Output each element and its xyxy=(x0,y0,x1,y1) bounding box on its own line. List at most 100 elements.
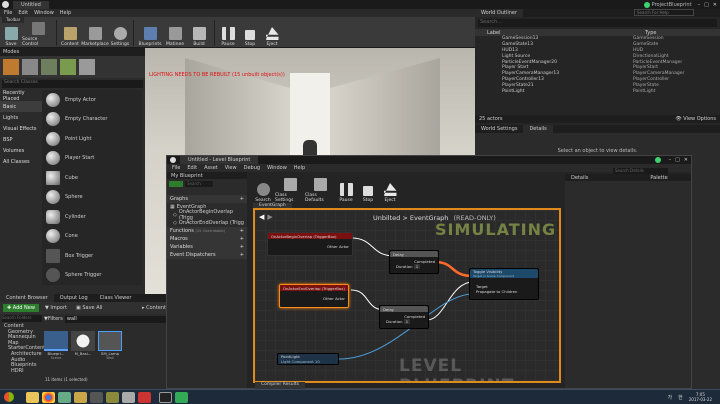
place-item-player-start[interactable]: Player Start xyxy=(42,149,142,169)
outliner-view-options[interactable]: 👁 View Options xyxy=(675,116,716,122)
toolbar-matinee-button[interactable]: Matinee xyxy=(164,18,186,48)
close-button[interactable]: ✕ xyxy=(713,2,717,8)
macros-section[interactable]: Macros + xyxy=(167,235,247,243)
bp-add-new-button[interactable] xyxy=(169,180,183,187)
toolbar-marketplace-button[interactable]: Marketplace xyxy=(81,18,109,48)
path-content[interactable]: ▸ Content xyxy=(142,305,166,311)
bp-search-input[interactable]: Search xyxy=(185,180,213,187)
place-item-cone[interactable]: Cone xyxy=(42,227,142,247)
col-label[interactable]: Label xyxy=(487,30,645,36)
category-basic[interactable]: Basic xyxy=(0,101,42,112)
bp-window-tab[interactable]: Untitled - Level Blueprint xyxy=(180,156,259,164)
app2-icon[interactable] xyxy=(106,391,119,403)
toolbar-content-button[interactable]: Content xyxy=(59,18,81,48)
menu-file[interactable]: File xyxy=(4,10,12,16)
node-end-overlap[interactable]: OnActorEndOverlap (TriggerBox) Other Act… xyxy=(279,284,349,308)
unreal-engine-icon[interactable] xyxy=(159,391,172,403)
class-search-input[interactable]: Search Classes xyxy=(2,80,143,88)
explorer-icon[interactable] xyxy=(26,391,39,403)
event-item-begin-overlap[interactable]: ◇ OnActorBeginOverlap (Trigg xyxy=(167,209,247,221)
category-bsp[interactable]: BSP xyxy=(0,134,42,145)
node-begin-overlap[interactable]: OnActorBeginOverlap (TriggerBox) Other A… xyxy=(267,232,353,256)
app4-icon[interactable] xyxy=(138,391,151,403)
bp-menu-window[interactable]: Window xyxy=(267,165,287,171)
place-item-empty-character[interactable]: Empty Character xyxy=(42,110,142,130)
bp-menu-debug[interactable]: Debug xyxy=(244,165,260,171)
asset-tile[interactable]: SM_Lamp Wall xyxy=(98,331,122,360)
bp-close-button[interactable]: ✕ xyxy=(684,157,688,163)
bp-maximize-button[interactable]: □ xyxy=(675,157,680,163)
app-icon[interactable] xyxy=(90,391,103,403)
outliner-search-input[interactable]: Search... xyxy=(478,19,717,27)
minimize-button[interactable]: – xyxy=(698,2,701,8)
tab-content-browser[interactable]: Content Browser xyxy=(0,294,54,302)
variables-section[interactable]: Variables + xyxy=(167,243,247,251)
tab-world-settings[interactable]: World Settings xyxy=(475,126,523,132)
bp-class-defaults-button[interactable]: Class Defaults xyxy=(305,174,335,204)
clock[interactable]: 7:05 2017-03-22 xyxy=(689,392,712,402)
bp-menu-file[interactable]: File xyxy=(172,165,180,171)
place-item-empty-actor[interactable]: Empty Actor xyxy=(42,90,142,110)
place-item-point-light[interactable]: Point Light xyxy=(42,129,142,149)
toolbar-pause-button[interactable]: Pause xyxy=(217,18,239,48)
folder-search-input[interactable]: Search Folders xyxy=(2,315,42,322)
bp-menu-edit[interactable]: Edit xyxy=(187,165,197,171)
app5-icon[interactable] xyxy=(175,391,188,403)
place-item-sphere-trigger[interactable]: Sphere Trigger xyxy=(42,266,142,286)
place-item-box-trigger[interactable]: Box Trigger xyxy=(42,246,142,266)
col-type[interactable]: Type xyxy=(645,30,656,36)
category-recently-placed[interactable]: Recently Placed xyxy=(0,90,42,102)
menu-edit[interactable]: Edit xyxy=(18,10,28,16)
start-button-icon[interactable] xyxy=(4,392,14,402)
category-visual-effects[interactable]: Visual Effects xyxy=(0,123,42,134)
toolbar-settings-button[interactable]: Settings xyxy=(109,18,131,48)
add-new-button[interactable]: ✚ Add New xyxy=(3,304,39,312)
tree-hdri[interactable]: HDRI xyxy=(2,368,42,374)
category-volumes[interactable]: Volumes xyxy=(0,145,42,156)
tab-output-log[interactable]: Output Log xyxy=(54,295,94,301)
event-item-end-overlap[interactable]: ◇ OnActorEndOverlap (Trigg xyxy=(167,219,247,227)
tray-lang-indicator[interactable]: 한 xyxy=(678,394,683,401)
place-mode-icon[interactable] xyxy=(3,59,19,75)
bp-menu-view[interactable]: View xyxy=(225,165,237,171)
category-lights[interactable]: Lights xyxy=(0,112,42,123)
event-dispatchers-section[interactable]: Event Dispatchers + xyxy=(167,251,247,259)
import-button[interactable]: ▼ Import xyxy=(42,304,70,312)
maximize-button[interactable]: □ xyxy=(704,2,709,8)
chrome-icon[interactable] xyxy=(42,391,55,403)
toolbar-stop-button[interactable]: Stop xyxy=(239,18,261,48)
menu-window[interactable]: Window xyxy=(34,10,54,16)
bp-pause-button[interactable]: Pause xyxy=(335,174,357,204)
event-graph-canvas[interactable]: ◀ ▶ Unbilted > EventGraph (READ-ONLY) SI… xyxy=(253,208,561,383)
bp-eject-button[interactable]: Eject xyxy=(379,174,401,204)
bp-menu-help[interactable]: Help xyxy=(294,165,305,171)
bp-class-settings-button[interactable]: Class Settings xyxy=(275,174,305,204)
node-delay-1[interactable]: Delay Completed Duration 1 xyxy=(389,250,439,274)
tray-ime-indicator[interactable]: 가 xyxy=(668,394,673,401)
asset-search-input[interactable]: wall xyxy=(64,315,168,323)
place-item-cube[interactable]: Cube xyxy=(42,168,142,188)
save-all-button[interactable]: ▣ Save All xyxy=(73,304,105,312)
landscape-mode-icon[interactable] xyxy=(41,59,57,75)
asset-tile[interactable]: Bluepri... Scene xyxy=(44,331,68,360)
node-delay-2[interactable]: Delay Completed Duration 1 xyxy=(379,305,429,329)
outliner-row[interactable]: PointLight PointLight xyxy=(475,89,720,95)
foliage-mode-icon[interactable] xyxy=(60,59,76,75)
tab-details[interactable]: Details xyxy=(523,125,553,133)
toolbar-build-button[interactable]: Build xyxy=(186,18,212,48)
functions-section[interactable]: Functions (25 Overridable) + xyxy=(167,227,247,235)
my-blueprint-tab[interactable]: My Blueprint xyxy=(171,173,203,179)
place-item-sphere[interactable]: Sphere xyxy=(42,188,142,208)
compiler-results-tab[interactable]: Compiler Results xyxy=(255,382,305,389)
node-pointlight[interactable]: PointLight Light Component 10 xyxy=(277,353,339,365)
filters-button[interactable]: ▼Filters xyxy=(44,316,63,322)
modes-tab[interactable]: Modes xyxy=(0,48,145,56)
menu-help[interactable]: Help xyxy=(60,10,71,16)
bp-search-button[interactable]: Search xyxy=(251,174,275,204)
node-toggle-visibility[interactable]: Toggle Visibility Target is Scene Compon… xyxy=(469,268,539,300)
category-all-classes[interactable]: All Classes xyxy=(0,156,42,167)
tab-class-viewer[interactable]: Class Viewer xyxy=(94,295,138,301)
paint-mode-icon[interactable] xyxy=(22,59,38,75)
toolbar-source-control-button[interactable]: Source Control xyxy=(22,18,54,48)
toolbar-save-button[interactable]: Save xyxy=(0,18,22,48)
